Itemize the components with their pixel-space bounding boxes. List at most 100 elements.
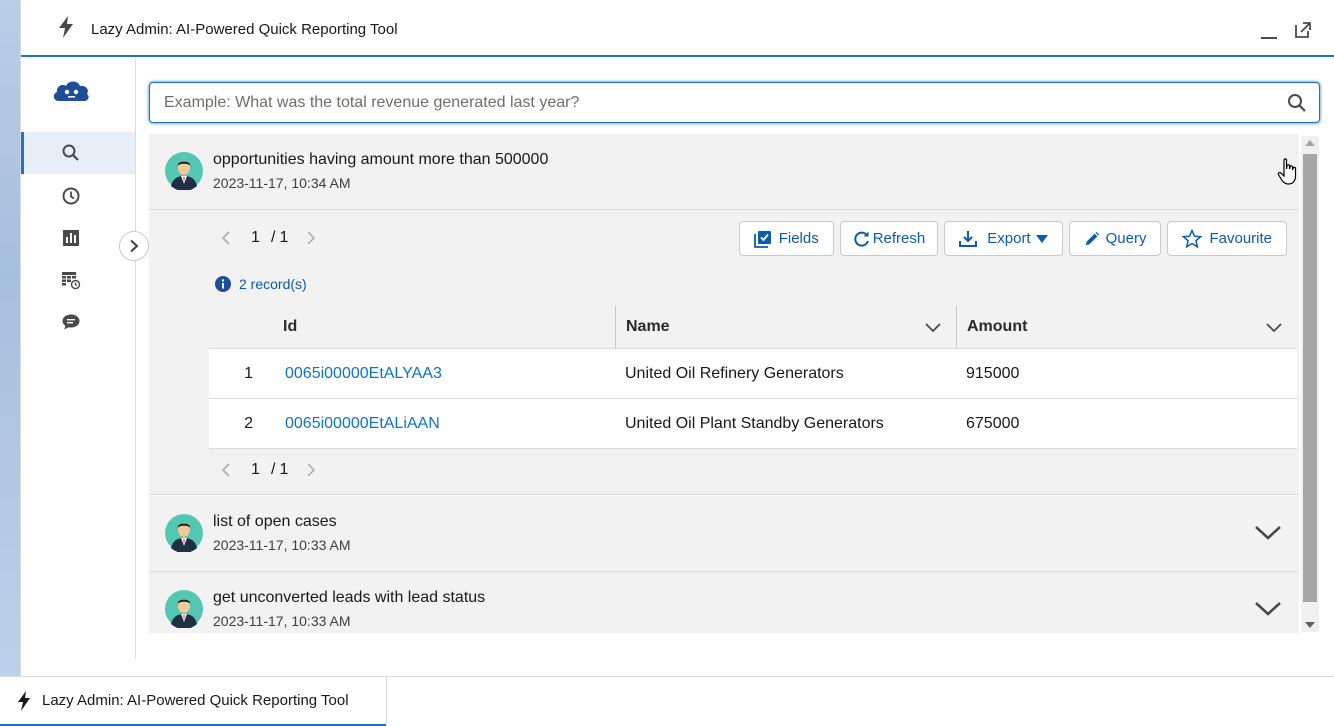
results-list: opportunities having amount more than 50… xyxy=(149,134,1320,633)
chevron-down-icon[interactable] xyxy=(1253,598,1283,618)
pager-separator: / xyxy=(271,461,276,478)
chevron-right-icon xyxy=(307,231,316,245)
cell-name: United Oil Plant Standby Generators xyxy=(625,414,884,432)
query-button[interactable]: Query xyxy=(1068,221,1162,256)
bar-chart-icon xyxy=(63,230,79,246)
pager-top: 1 / 1 xyxy=(219,228,318,248)
cell-amount: 675000 xyxy=(966,414,1020,432)
fields-icon xyxy=(753,230,771,248)
query-header[interactable]: list of open cases 2023-11-17, 10:33 AM xyxy=(149,496,1299,572)
fields-button[interactable]: Fields xyxy=(738,221,834,256)
sidebar-item-reports[interactable] xyxy=(21,217,135,259)
record-count-text: 2 record(s) xyxy=(239,276,307,292)
hand-cursor-icon xyxy=(1277,158,1297,185)
column-header-name[interactable]: Name xyxy=(615,306,956,348)
record-id-link[interactable]: 0065i00000EtALiAAN xyxy=(285,415,440,432)
popout-icon[interactable] xyxy=(1293,20,1313,40)
refresh-button[interactable]: Refresh xyxy=(839,221,939,256)
app-title: Lazy Admin: AI-Powered Quick Reporting T… xyxy=(91,21,398,38)
search-icon xyxy=(62,144,79,161)
cloud-bot-logo xyxy=(53,81,89,102)
star-icon xyxy=(1182,228,1203,248)
download-icon xyxy=(959,230,978,247)
sidebar-expand-button[interactable] xyxy=(119,231,149,261)
sidebar-item-search[interactable] xyxy=(21,132,135,174)
cell-amount: 915000 xyxy=(966,364,1020,382)
chevron-down-icon[interactable] xyxy=(1253,522,1283,542)
column-header-amount[interactable]: Amount xyxy=(956,306,1297,348)
app-header: Lazy Admin: AI-Powered Quick Reporting T… xyxy=(21,0,1334,57)
query-text: get unconverted leads with lead status xyxy=(213,589,486,606)
pager-current: 1 xyxy=(251,461,260,478)
query-timestamp: 2023-11-17, 10:34 AM xyxy=(213,175,351,191)
pager-total: 1 xyxy=(279,229,289,246)
row-number: 1 xyxy=(244,364,253,382)
user-avatar-icon xyxy=(165,152,203,190)
result-table: Id Name Amount 1 0065i00000EtALYAA3 Unit… xyxy=(209,306,1297,449)
user-avatar-icon xyxy=(165,590,203,628)
pager-separator: / xyxy=(271,229,276,246)
chat-icon xyxy=(62,314,80,330)
taskbar-tab-lazy-admin[interactable]: Lazy Admin: AI-Powered Quick Reporting T… xyxy=(0,677,386,726)
chevron-down-icon[interactable] xyxy=(924,320,942,334)
pencil-icon xyxy=(1085,231,1099,245)
cell-name: United Oil Refinery Generators xyxy=(625,364,844,382)
search-box xyxy=(149,82,1320,123)
pager-current: 1 xyxy=(251,229,260,246)
record-id-link[interactable]: 0065i00000EtALYAA3 xyxy=(285,365,442,382)
refresh-icon xyxy=(854,231,869,247)
chevron-down-icon[interactable] xyxy=(1265,320,1283,334)
bolt-icon xyxy=(18,690,30,711)
search-icon[interactable] xyxy=(1287,93,1307,113)
row-number-header xyxy=(209,306,273,348)
pager-next-button[interactable] xyxy=(304,460,318,480)
search-input[interactable] xyxy=(164,91,1264,115)
table-row: 1 0065i00000EtALYAA3 United Oil Refinery… xyxy=(209,349,1297,399)
chevron-right-icon xyxy=(307,463,316,477)
taskbar: Lazy Admin: AI-Powered Quick Reporting T… xyxy=(0,676,1334,726)
fields-label: Fields xyxy=(778,230,819,247)
pager-prev-button[interactable] xyxy=(219,460,233,480)
table-header: Id Name Amount xyxy=(209,306,1297,349)
results-scrollbar[interactable] xyxy=(1301,136,1319,632)
caret-down-icon xyxy=(1035,234,1048,243)
favourite-label: Favourite xyxy=(1209,230,1272,247)
scroll-down-arrow-icon[interactable] xyxy=(1305,622,1315,628)
column-header-label: Name xyxy=(626,318,670,335)
user-avatar-icon xyxy=(165,514,203,552)
pager-total: 1 xyxy=(279,461,289,478)
record-count: 2 record(s) xyxy=(215,276,307,292)
column-header-id[interactable]: Id xyxy=(273,306,615,348)
clock-icon xyxy=(62,187,80,205)
query-timestamp: 2023-11-17, 10:33 AM xyxy=(213,613,351,629)
chevron-left-icon xyxy=(221,231,230,245)
table-row: 2 0065i00000EtALiAAN United Oil Plant St… xyxy=(209,399,1297,449)
query-text: opportunities having amount more than 50… xyxy=(213,151,549,168)
desktop-edge xyxy=(0,0,20,676)
minimize-icon[interactable] xyxy=(1259,22,1279,42)
scrollbar-thumb[interactable] xyxy=(1303,154,1317,602)
sidebar-item-history[interactable] xyxy=(21,175,135,217)
sidebar xyxy=(21,59,149,659)
pager-next-button[interactable] xyxy=(304,228,318,248)
query-text: list of open cases xyxy=(213,513,337,530)
query-header[interactable]: get unconverted leads with lead status 2… xyxy=(149,572,1299,633)
favourite-button[interactable]: Favourite xyxy=(1167,221,1287,256)
taskbar-tab-label: Lazy Admin: AI-Powered Quick Reporting T… xyxy=(42,692,349,709)
table-clock-icon xyxy=(62,272,81,290)
export-button[interactable]: Export xyxy=(944,221,1063,256)
scroll-up-arrow-icon[interactable] xyxy=(1305,140,1315,146)
chevron-right-icon xyxy=(130,239,139,253)
sidebar-item-chat[interactable] xyxy=(21,301,135,343)
query-timestamp: 2023-11-17, 10:33 AM xyxy=(213,537,351,553)
result-actions: Fields Refresh Export Query Favourite xyxy=(738,221,1287,256)
info-icon xyxy=(215,276,231,292)
sidebar-item-scheduled[interactable] xyxy=(21,259,135,301)
pager-prev-button[interactable] xyxy=(219,228,233,248)
query-header[interactable]: opportunities having amount more than 50… xyxy=(149,134,1299,210)
refresh-label: Refresh xyxy=(872,230,926,247)
chevron-left-icon xyxy=(221,463,230,477)
column-header-label: Amount xyxy=(967,318,1028,335)
row-number: 2 xyxy=(244,414,253,432)
app-window: Lazy Admin: AI-Powered Quick Reporting T… xyxy=(20,0,1334,676)
